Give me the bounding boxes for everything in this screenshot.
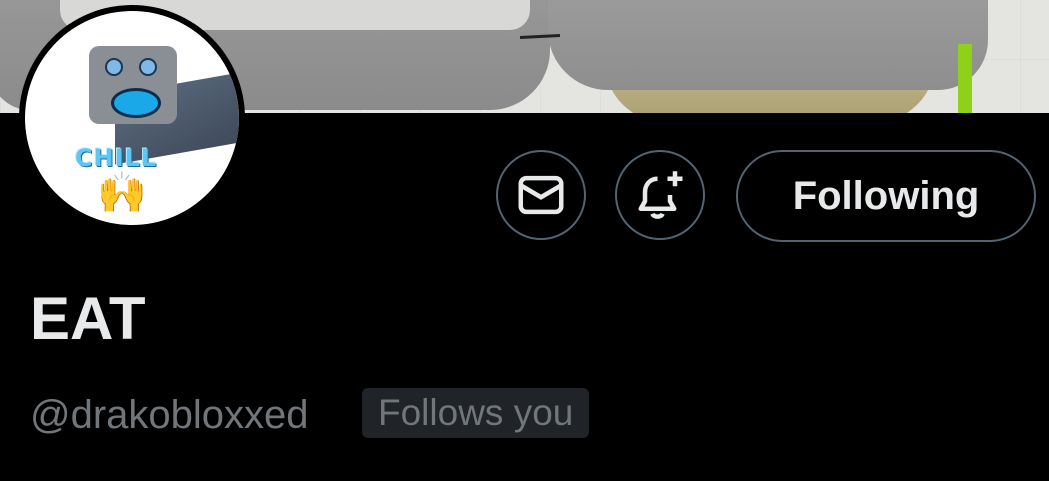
profile-avatar[interactable]: CHILL 🙌 — [19, 5, 245, 231]
profile-page: CHILL 🙌 Following EAT @drakobloxxed Foll… — [0, 0, 1049, 481]
banner-object-right — [548, 0, 988, 90]
message-button[interactable] — [496, 150, 586, 240]
banner-green-bar — [958, 44, 972, 113]
notify-button[interactable] — [615, 150, 705, 240]
avatar-image: CHILL 🙌 — [25, 11, 239, 225]
envelope-icon — [518, 175, 564, 215]
avatar-mouth — [111, 88, 161, 118]
raised-hands-icon: 🙌 — [97, 171, 147, 215]
following-button[interactable]: Following — [736, 150, 1036, 242]
bell-plus-icon — [638, 171, 683, 219]
follows-you-badge: Follows you — [362, 388, 590, 438]
avatar-character-head — [89, 46, 177, 124]
profile-handle: @drakobloxxed — [30, 393, 309, 437]
avatar-chill-text: CHILL — [75, 144, 158, 172]
avatar-eye-left — [105, 58, 123, 76]
profile-display-name: EAT — [30, 285, 146, 352]
avatar-eye-right — [139, 58, 157, 76]
